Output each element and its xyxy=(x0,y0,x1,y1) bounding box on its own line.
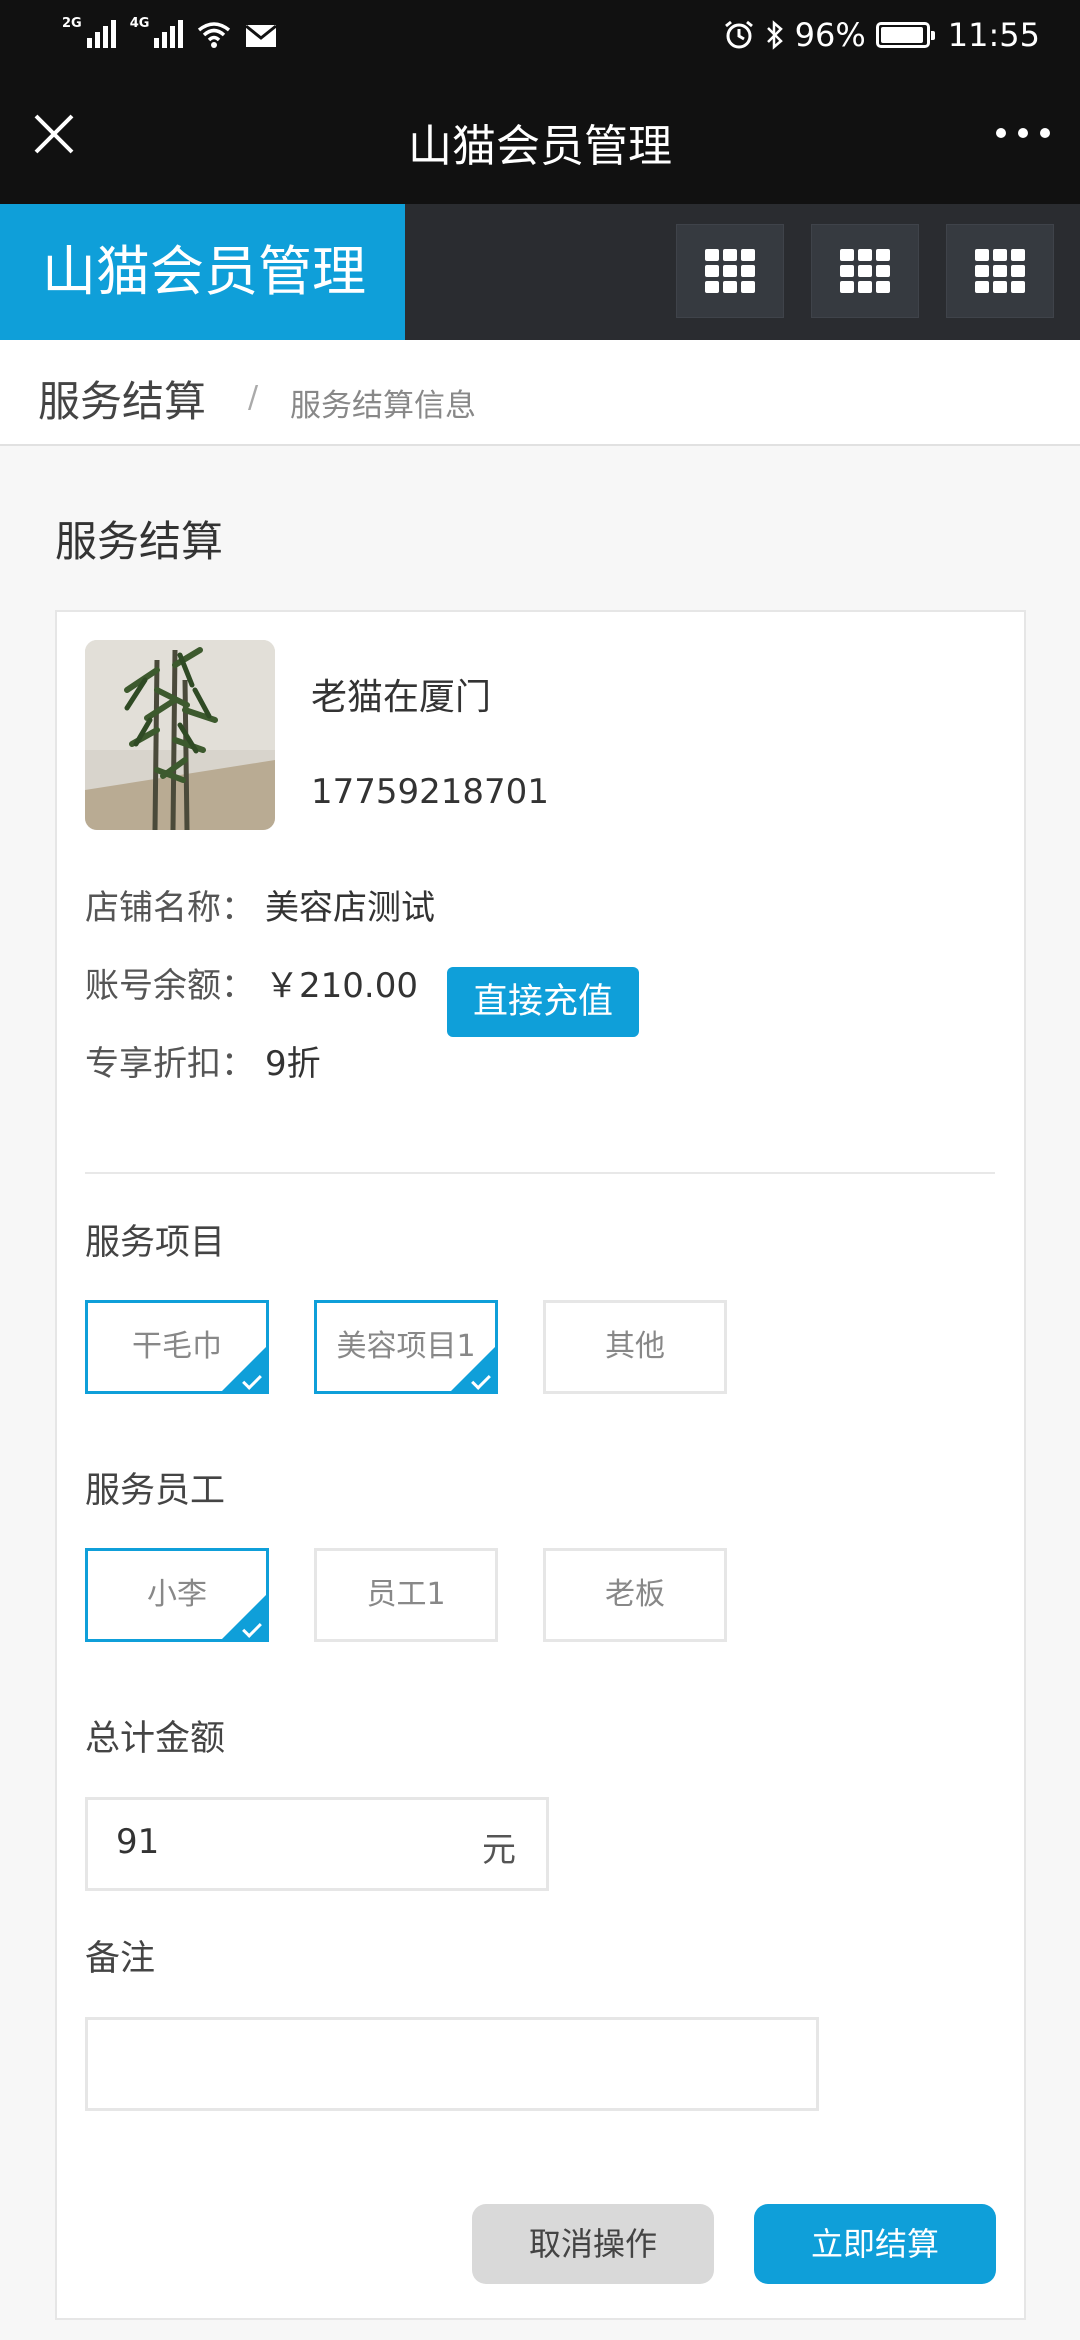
discount-row: 专享折扣： 9折 xyxy=(85,1036,321,1085)
alarm-icon xyxy=(724,20,753,49)
settlement-card: 老猫在厦门 17759218701 店铺名称： 美容店测试 账号余额： ￥210.0… xyxy=(55,610,1026,2320)
bluetooth-icon xyxy=(766,20,783,50)
grid-icon xyxy=(840,249,890,293)
total-amount-value: 91 xyxy=(116,1822,160,1862)
grid-icon xyxy=(975,249,1025,293)
member-phone: 17759218701 xyxy=(311,772,549,812)
staff-option[interactable]: 老板 xyxy=(543,1548,727,1642)
service-option[interactable]: 干毛巾 xyxy=(85,1300,269,1394)
service-option[interactable]: 美容项目1 xyxy=(314,1300,498,1394)
staff-option-label: 小李 xyxy=(147,1577,207,1612)
total-amount-field[interactable]: 91 元 xyxy=(85,1797,549,1891)
service-option[interactable]: 其他 xyxy=(543,1300,727,1394)
battery-icon xyxy=(875,22,935,48)
balance-row: 账号余额： ￥210.00 xyxy=(85,958,418,1007)
signal-icon: 2G xyxy=(62,16,116,48)
menu-button-3[interactable] xyxy=(946,224,1054,318)
app-header: 山猫会员管理 xyxy=(0,204,1080,340)
menu-button-2[interactable] xyxy=(811,224,919,318)
page-title: 服务结算 xyxy=(55,517,224,566)
cancel-button[interactable]: 取消操作 xyxy=(472,2204,714,2284)
breadcrumb-current[interactable]: 服务结算 xyxy=(38,368,206,429)
store-label: 店铺名称： xyxy=(85,888,255,928)
grid-icon xyxy=(705,249,755,293)
service-option-label: 干毛巾 xyxy=(132,1329,222,1364)
staff-option[interactable]: 小李 xyxy=(85,1548,269,1642)
balance-value: ￥210.00 xyxy=(265,966,418,1006)
sim2-label: 4G xyxy=(129,16,150,31)
remark-input[interactable] xyxy=(85,2017,819,2111)
avatar xyxy=(85,640,275,830)
status-bar: 2G 4G 96% 11:55 xyxy=(0,0,1080,72)
webview-title: 山猫会员管理 xyxy=(408,121,672,172)
recharge-button[interactable]: 直接充值 xyxy=(447,967,639,1037)
service-option-label: 其他 xyxy=(605,1329,665,1364)
more-icon[interactable] xyxy=(996,128,1050,138)
discount-value: 9折 xyxy=(265,1044,321,1084)
total-label: 总计金额 xyxy=(85,1719,226,1759)
wifi-icon xyxy=(198,22,231,48)
store-value: 美容店测试 xyxy=(265,888,435,928)
discount-label: 专享折扣： xyxy=(85,1044,255,1084)
webview-titlebar: 山猫会员管理 xyxy=(0,72,1080,204)
services-label: 服务项目 xyxy=(85,1223,226,1263)
clock: 11:55 xyxy=(947,16,1040,54)
remark-label: 备注 xyxy=(85,1939,156,1979)
store-row: 店铺名称： 美容店测试 xyxy=(85,880,435,929)
currency-unit: 元 xyxy=(482,1830,516,1870)
staff-option-label: 老板 xyxy=(605,1577,665,1612)
mail-icon xyxy=(245,24,278,47)
signal-icon: 4G xyxy=(130,16,184,48)
breadcrumb-separator: / xyxy=(248,380,259,415)
staff-option[interactable]: 员工1 xyxy=(314,1548,498,1642)
settle-button[interactable]: 立即结算 xyxy=(754,2204,996,2284)
brand-title: 山猫会员管理 xyxy=(0,204,405,340)
balance-label: 账号余额： xyxy=(85,966,255,1006)
breadcrumb: 服务结算 / 服务结算信息 xyxy=(0,340,1080,446)
staff-option-label: 员工1 xyxy=(366,1577,446,1612)
sim1-label: 2G xyxy=(62,16,82,31)
breadcrumb-sub: 服务结算信息 xyxy=(290,388,476,424)
member-name: 老猫在厦门 xyxy=(311,677,492,718)
menu-button-1[interactable] xyxy=(676,224,784,318)
divider xyxy=(85,1172,995,1174)
staff-label: 服务员工 xyxy=(85,1471,226,1511)
battery-percent: 96% xyxy=(794,16,866,54)
